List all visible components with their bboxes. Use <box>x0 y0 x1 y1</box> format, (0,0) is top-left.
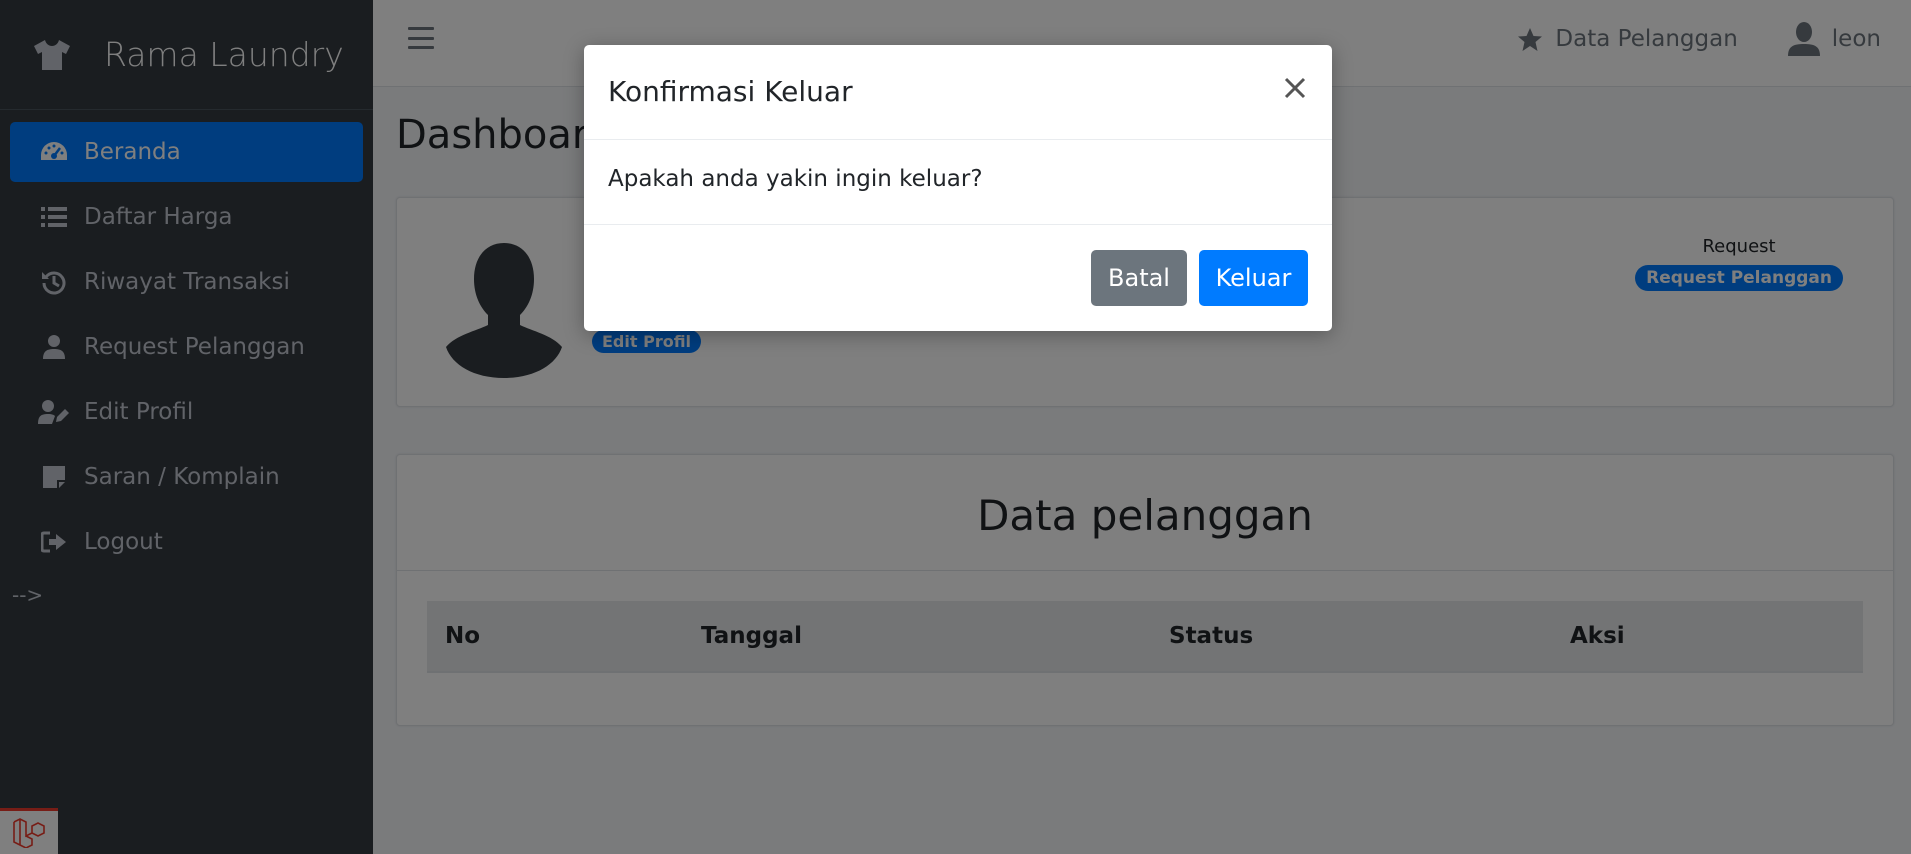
logout-confirm-button[interactable]: Keluar <box>1199 250 1308 306</box>
modal-title: Konfirmasi Keluar <box>608 75 853 108</box>
modal-footer: Batal Keluar <box>584 225 1332 330</box>
logout-confirm-modal: Konfirmasi Keluar Apakah anda yakin ingi… <box>584 45 1332 331</box>
cancel-button[interactable]: Batal <box>1091 250 1187 306</box>
close-icon[interactable] <box>1282 75 1308 101</box>
modal-header: Konfirmasi Keluar <box>584 45 1332 140</box>
modal-body: Apakah anda yakin ingin keluar? <box>584 140 1332 225</box>
